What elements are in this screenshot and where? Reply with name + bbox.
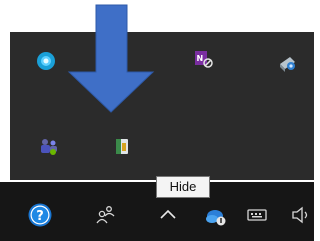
screenshot-frame: N ? Hide: [0, 0, 314, 241]
down-arrow-annotation: [67, 4, 155, 113]
